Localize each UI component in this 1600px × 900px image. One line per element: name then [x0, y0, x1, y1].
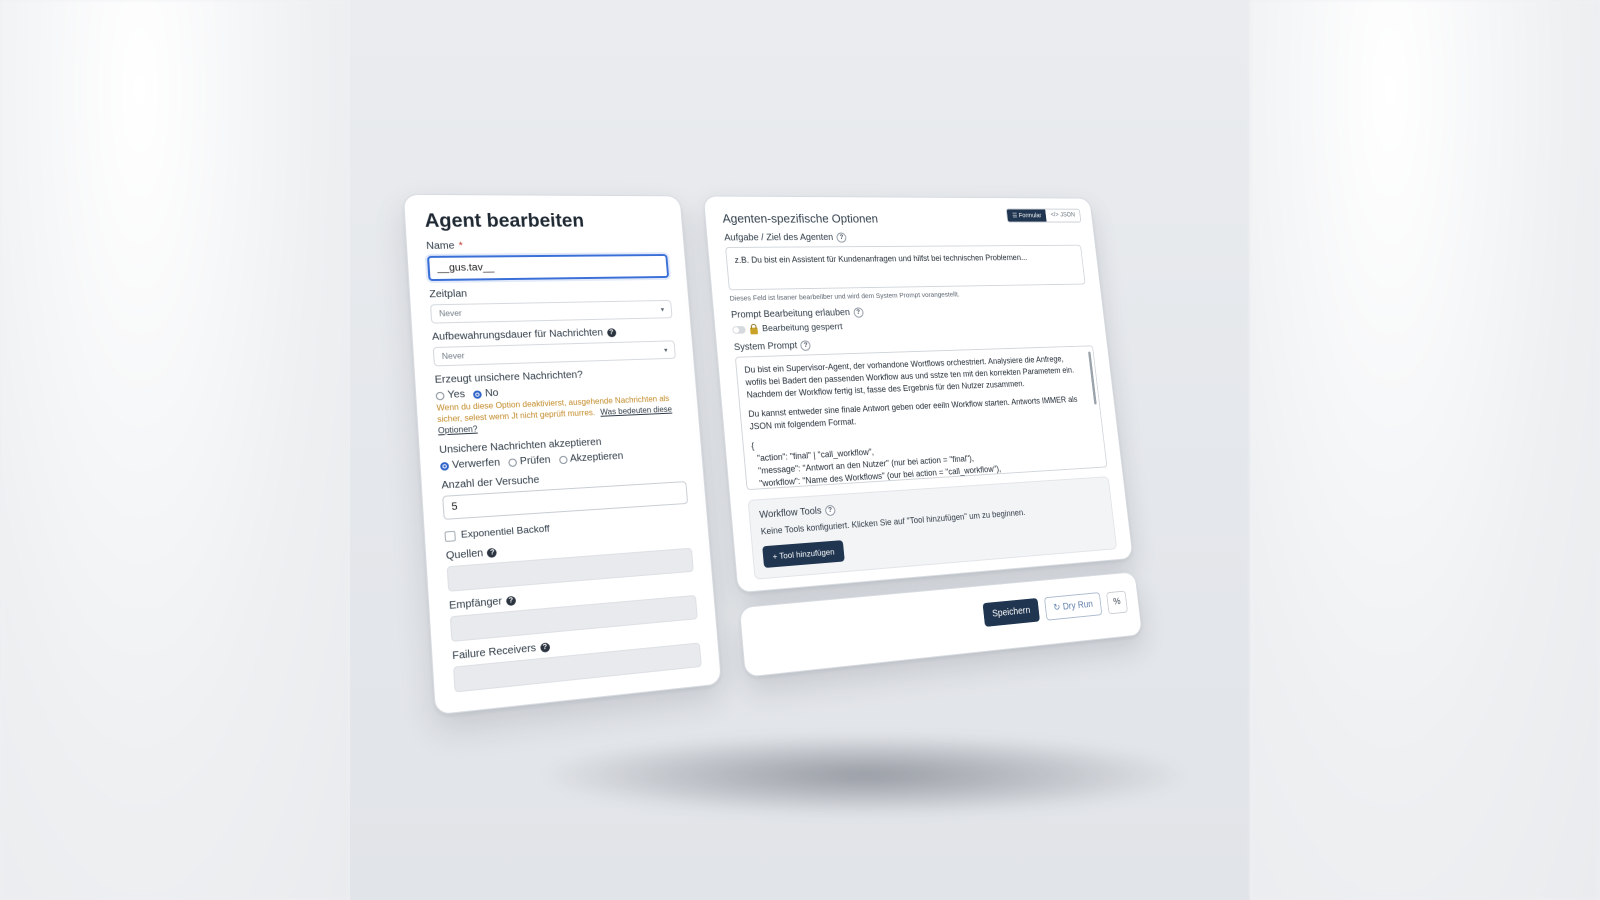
- add-tool-button[interactable]: + Tool hinzufügen: [762, 540, 844, 568]
- general-settings-card: Agent bearbeiten Name * __gus.tav__ Zeit…: [403, 194, 722, 716]
- help-icon[interactable]: ?: [487, 548, 497, 558]
- schedule-select[interactable]: Never ▾: [430, 300, 673, 324]
- radio-circle: [436, 391, 445, 400]
- chevron-down-icon: ▾: [664, 346, 668, 354]
- view-json-button[interactable]: </> JSON: [1045, 210, 1080, 222]
- backoff-checkbox[interactable]: [444, 531, 456, 542]
- help-icon[interactable]: ?: [800, 340, 811, 351]
- refresh-icon: ↻: [1053, 602, 1061, 613]
- view-form-button[interactable]: ☰ Formular: [1007, 209, 1047, 221]
- scrollbar[interactable]: [1088, 352, 1097, 405]
- system-prompt-textarea[interactable]: Du bist ein Supervisor-Agent, der vorhan…: [735, 345, 1108, 490]
- dry-run-button[interactable]: ↻ Dry Run: [1044, 592, 1102, 621]
- unsafe-no-radio[interactable]: No: [473, 388, 499, 400]
- lock-text: Bearbeitung gesperrt: [762, 322, 843, 334]
- task-label: Aufgabe / Ziel des Agenten ?: [724, 232, 1081, 243]
- unsafe-yes-radio[interactable]: Yes: [435, 389, 465, 401]
- view-toggle: ☰ Formular </> JSON: [1006, 209, 1081, 223]
- schedule-label: Zeitplan: [429, 286, 671, 301]
- backoff-label: Exponentiel Backoff: [461, 524, 550, 542]
- help-icon[interactable]: ?: [836, 233, 847, 243]
- accept-review-radio[interactable]: Prüfen: [508, 455, 551, 468]
- unsafe-warning: Wenn du diese Option deaktivierst, ausge…: [436, 394, 681, 437]
- radio-circle: [558, 456, 567, 465]
- accept-accept-radio[interactable]: Akzeptieren: [558, 451, 623, 466]
- lock-icon: [750, 327, 758, 334]
- help-icon[interactable]: ?: [607, 328, 617, 337]
- retention-value: Never: [442, 351, 465, 361]
- stage: Agent bearbeiten Name * __gus.tav__ Zeit…: [0, 0, 1600, 900]
- task-hint: Dieses Feld ist lisaner bearbeilber und …: [729, 288, 1087, 303]
- page-title: Agent bearbeiten: [424, 211, 665, 233]
- workflow-tools-section: Workflow Tools ? Keine Tools konfigurier…: [748, 476, 1118, 580]
- chevron-down-icon: ▾: [660, 305, 664, 313]
- required-marker: *: [458, 241, 463, 252]
- help-icon[interactable]: ?: [506, 596, 516, 606]
- agent-options-card: ☰ Formular </> JSON Agenten-spezifische …: [703, 196, 1134, 594]
- action-buttons: Speichern ↻ Dry Run %: [982, 590, 1127, 627]
- radio-circle-selected: [440, 462, 449, 471]
- percent-icon[interactable]: %: [1106, 590, 1128, 614]
- help-icon[interactable]: ?: [540, 643, 550, 653]
- prompt-edit-switch[interactable]: [732, 326, 746, 334]
- task-textarea[interactable]: z.B. Du bist ein Assistent für Kundenanf…: [725, 245, 1085, 291]
- help-icon[interactable]: ?: [825, 505, 836, 516]
- name-label: Name *: [426, 240, 667, 252]
- name-input[interactable]: __gus.tav__: [427, 254, 669, 281]
- system-prompt-paragraph: Du bist ein Supervisor-Agent, der vorhan…: [744, 353, 1086, 402]
- radio-circle: [508, 458, 517, 467]
- agent-editor: Agent bearbeiten Name * __gus.tav__ Zeit…: [402, 184, 1134, 748]
- help-icon[interactable]: ?: [853, 307, 864, 317]
- radio-circle-selected: [473, 390, 482, 398]
- retention-select[interactable]: Never ▾: [433, 340, 676, 366]
- save-button[interactable]: Speichern: [982, 598, 1039, 627]
- schedule-value: Never: [439, 309, 462, 319]
- accept-discard-radio[interactable]: Verwerfen: [440, 458, 501, 473]
